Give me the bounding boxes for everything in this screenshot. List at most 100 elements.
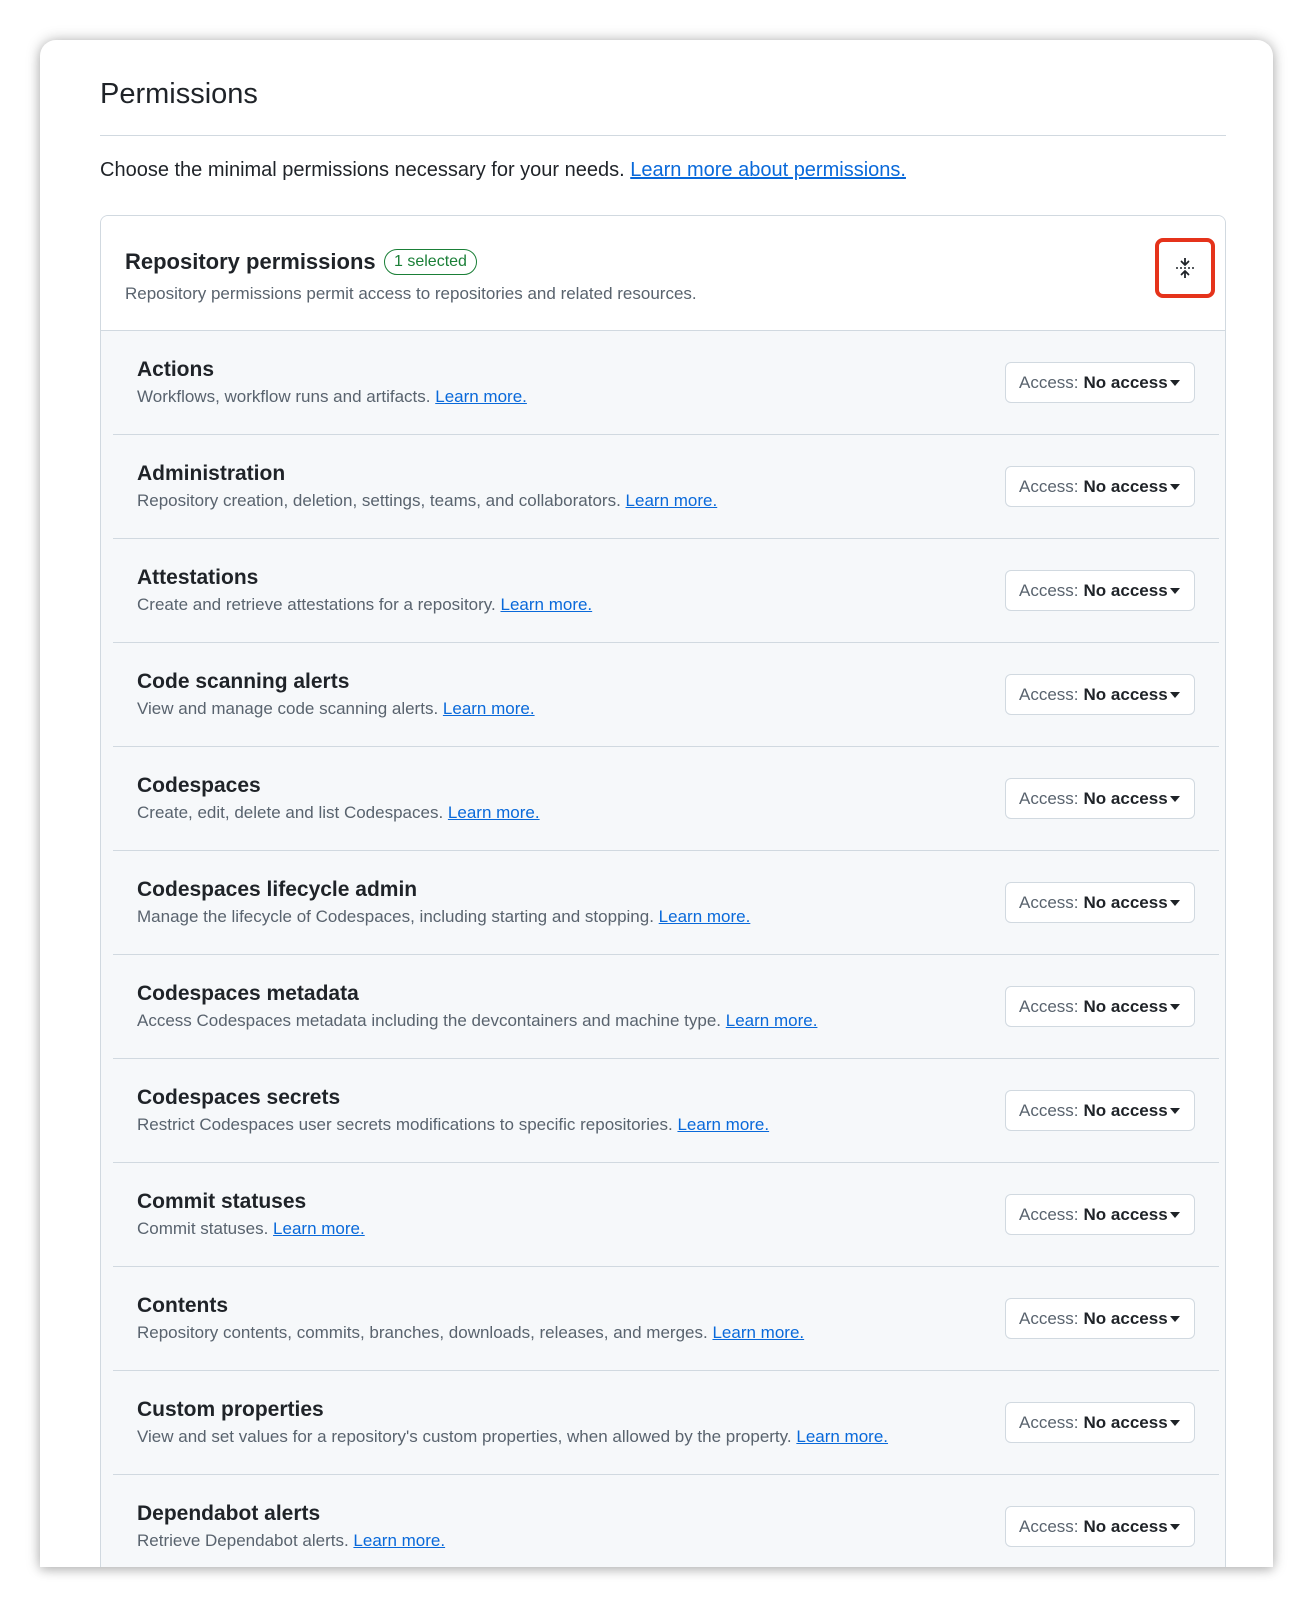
selected-count-badge: 1 selected (384, 249, 477, 275)
access-dropdown[interactable]: Access: No access (1005, 882, 1195, 923)
repository-permissions-header: Repository permissions 1 selected Reposi… (101, 216, 1225, 331)
chevron-down-icon (1170, 484, 1180, 490)
permission-description-text: Repository creation, deletion, settings,… (137, 491, 621, 510)
permission-description-text: Retrieve Dependabot alerts. (137, 1531, 349, 1550)
permission-description: Retrieve Dependabot alerts. Learn more. (137, 1531, 445, 1551)
learn-more-link[interactable]: Learn more. (353, 1531, 445, 1550)
chevron-down-icon (1170, 1108, 1180, 1114)
chevron-down-icon (1170, 588, 1180, 594)
permission-description: Repository creation, deletion, settings,… (137, 491, 717, 511)
access-dropdown[interactable]: Access: No access (1005, 986, 1195, 1027)
permission-description-text: Create, edit, delete and list Codespaces… (137, 803, 444, 822)
permission-name: Codespaces metadata (137, 982, 359, 1005)
permission-description-text: Repository contents, commits, branches, … (137, 1323, 708, 1342)
learn-more-link[interactable]: Learn more. (273, 1219, 365, 1238)
permission-list: Actions Workflows, workflow runs and art… (101, 331, 1225, 1567)
access-dropdown[interactable]: Access: No access (1005, 1298, 1195, 1339)
permission-row-6: Codespaces metadata Access Codespaces me… (113, 955, 1219, 1059)
permission-name: Actions (137, 358, 215, 381)
access-dropdown[interactable]: Access: No access (1005, 570, 1195, 611)
access-value: No access (1083, 684, 1168, 704)
title-divider (100, 135, 1226, 136)
access-dropdown[interactable]: Access: No access (1005, 1090, 1195, 1131)
learn-more-link[interactable]: Learn more. (726, 1011, 818, 1030)
chevron-down-icon (1170, 1004, 1180, 1010)
learn-more-link[interactable]: Learn more. (443, 699, 535, 718)
permission-name: Attestations (137, 566, 259, 589)
permission-name: Contents (137, 1294, 228, 1317)
permission-name: Codespaces lifecycle admin (137, 878, 418, 901)
access-dropdown[interactable]: Access: No access (1005, 1506, 1195, 1547)
permission-description: View and set values for a repository's c… (137, 1427, 888, 1447)
access-value: No access (1083, 1516, 1168, 1536)
permission-row-0: Actions Workflows, workflow runs and art… (113, 331, 1219, 435)
permission-description: Commit statuses. Learn more. (137, 1219, 365, 1239)
permission-description-text: View and set values for a repository's c… (137, 1427, 792, 1446)
learn-more-link[interactable]: Learn more. (435, 387, 527, 406)
permission-description-text: Create and retrieve attestations for a r… (137, 595, 496, 614)
permission-description-text: Commit statuses. (137, 1219, 269, 1238)
learn-more-link[interactable]: Learn more. (712, 1323, 804, 1342)
permission-name: Codespaces (137, 774, 261, 797)
permission-description: Create, edit, delete and list Codespaces… (137, 803, 540, 823)
permission-description-text: Restrict Codespaces user secrets modific… (137, 1115, 673, 1134)
chevron-down-icon (1170, 1212, 1180, 1218)
permission-row-4: Codespaces Create, edit, delete and list… (113, 747, 1219, 851)
permission-description-text: Access Codespaces metadata including the… (137, 1011, 722, 1030)
intro-description: Choose the minimal permissions necessary… (100, 159, 625, 181)
chevron-down-icon (1170, 796, 1180, 802)
access-value: No access (1083, 1204, 1168, 1224)
permission-row-11: Dependabot alerts Retrieve Dependabot al… (113, 1475, 1219, 1567)
learn-more-link[interactable]: Learn more. (677, 1115, 769, 1134)
permission-description: Restrict Codespaces user secrets modific… (137, 1115, 769, 1135)
learn-more-link[interactable]: Learn more. (659, 907, 751, 926)
access-label: Access: (1019, 1412, 1079, 1432)
access-label: Access: (1019, 788, 1079, 808)
learn-more-link[interactable]: Learn more. (501, 595, 593, 614)
access-value: No access (1083, 476, 1168, 496)
access-dropdown[interactable]: Access: No access (1005, 778, 1195, 819)
access-label: Access: (1019, 684, 1079, 704)
permission-description: Workflows, workflow runs and artifacts. … (137, 387, 527, 407)
access-value: No access (1083, 1308, 1168, 1328)
access-dropdown[interactable]: Access: No access (1005, 1194, 1195, 1235)
access-label: Access: (1019, 1516, 1079, 1536)
access-label: Access: (1019, 892, 1079, 912)
chevron-down-icon (1170, 380, 1180, 386)
access-value: No access (1083, 1412, 1168, 1432)
access-dropdown[interactable]: Access: No access (1005, 674, 1195, 715)
access-label: Access: (1019, 1308, 1079, 1328)
learn-more-permissions-link[interactable]: Learn more about permissions. (630, 159, 906, 181)
permission-row-8: Commit statuses Commit statuses. Learn m… (113, 1163, 1219, 1267)
chevron-down-icon (1170, 900, 1180, 906)
permission-name: Administration (137, 462, 286, 485)
learn-more-link[interactable]: Learn more. (448, 803, 540, 822)
access-value: No access (1083, 1100, 1168, 1120)
repository-permissions-card: Repository permissions 1 selected Reposi… (100, 215, 1226, 1567)
chevron-down-icon (1170, 1420, 1180, 1426)
permission-row-10: Custom properties View and set values fo… (113, 1371, 1219, 1475)
learn-more-link[interactable]: Learn more. (796, 1427, 888, 1446)
permission-name: Codespaces secrets (137, 1086, 341, 1109)
collapse-button[interactable] (1155, 238, 1215, 298)
chevron-down-icon (1170, 1316, 1180, 1322)
permission-row-1: Administration Repository creation, dele… (113, 435, 1219, 539)
access-dropdown[interactable]: Access: No access (1005, 1402, 1195, 1443)
access-dropdown[interactable]: Access: No access (1005, 362, 1195, 403)
permission-description: Access Codespaces metadata including the… (137, 1011, 817, 1031)
intro-text: Choose the minimal permissions necessary… (100, 159, 906, 182)
access-value: No access (1083, 788, 1168, 808)
permission-description-text: Manage the lifecycle of Codespaces, incl… (137, 907, 654, 926)
access-label: Access: (1019, 1100, 1079, 1120)
learn-more-link[interactable]: Learn more. (626, 491, 718, 510)
permission-description-text: View and manage code scanning alerts. (137, 699, 439, 718)
main-window: Permissions Choose the minimal permissio… (40, 40, 1273, 1567)
access-dropdown[interactable]: Access: No access (1005, 466, 1195, 507)
access-value: No access (1083, 372, 1168, 392)
fold-icon (1176, 258, 1194, 278)
permission-row-2: Attestations Create and retrieve attesta… (113, 539, 1219, 643)
access-value: No access (1083, 580, 1168, 600)
permission-row-7: Codespaces secrets Restrict Codespaces u… (113, 1059, 1219, 1163)
permission-name: Custom properties (137, 1398, 324, 1421)
repository-permissions-title: Repository permissions (125, 249, 376, 274)
